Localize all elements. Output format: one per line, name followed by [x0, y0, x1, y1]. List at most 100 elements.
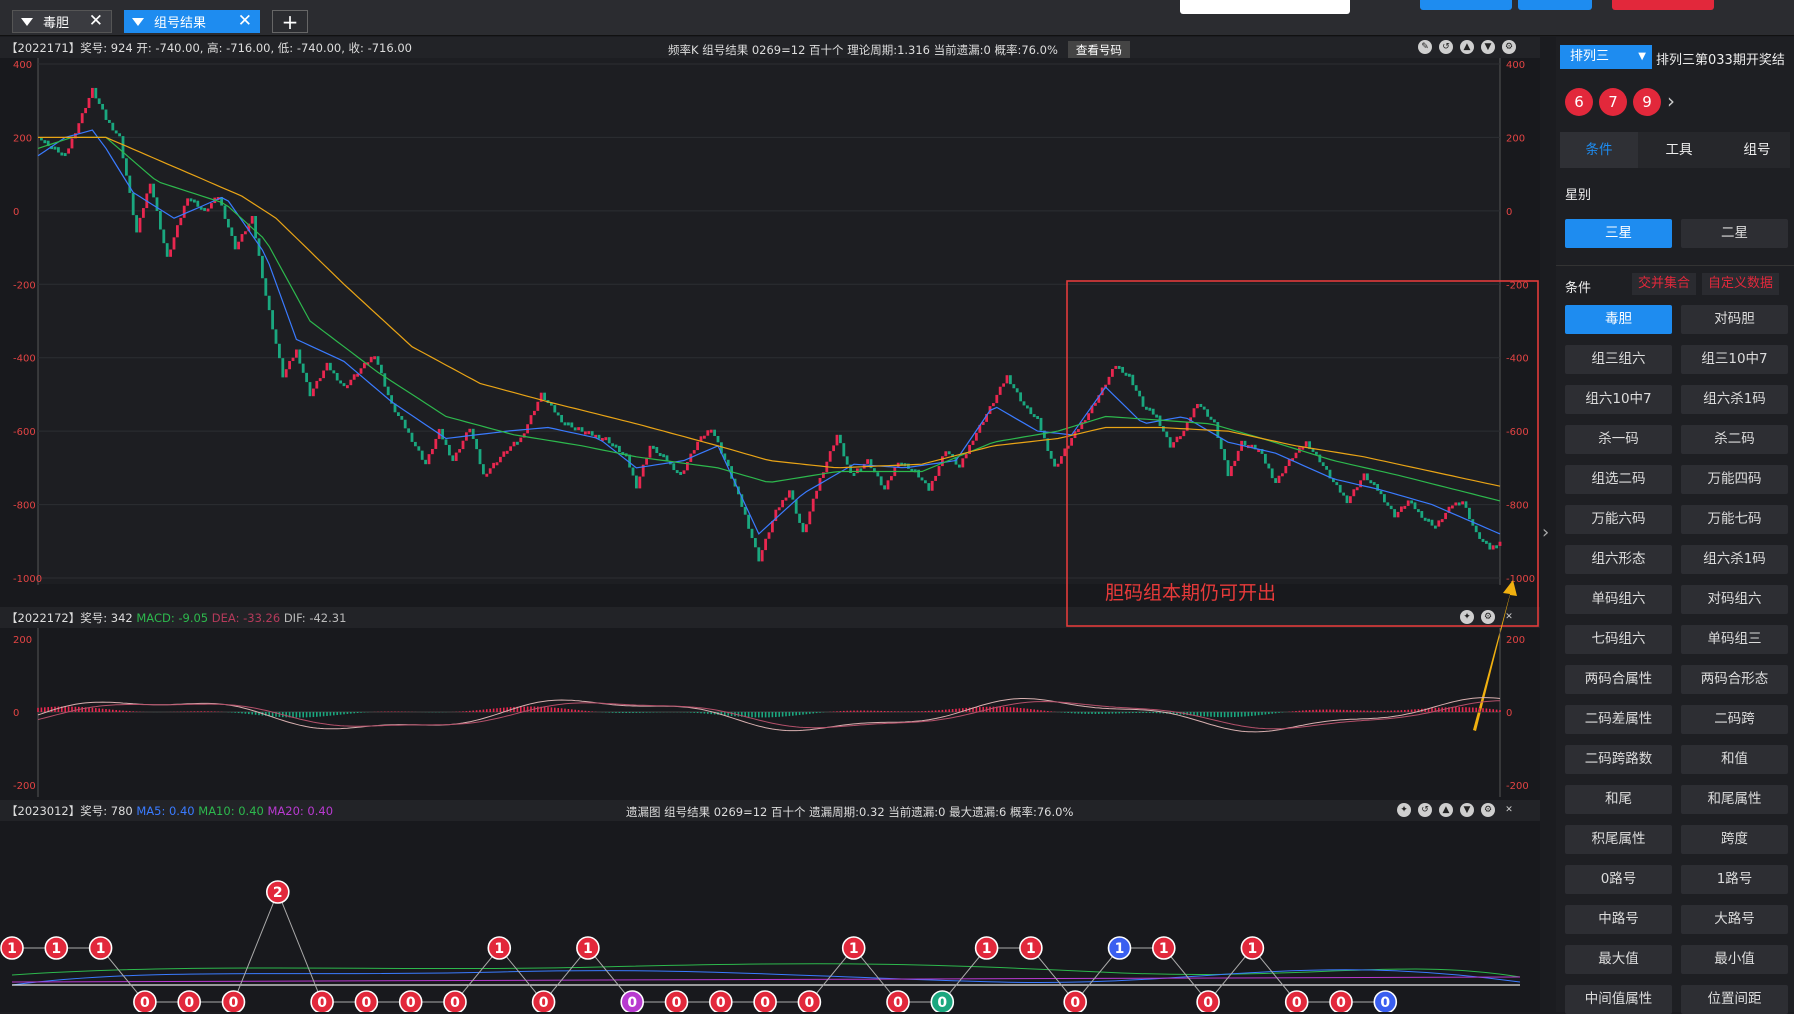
cond-button[interactable]: 单码组三 — [1681, 625, 1788, 654]
cond-button[interactable]: 积尾属性 — [1565, 825, 1672, 854]
cond-button[interactable]: 最小值 — [1681, 945, 1788, 974]
omission-label: 0 — [1380, 995, 1390, 1011]
y-tick-label-right: -200 — [1506, 781, 1529, 792]
cond-button[interactable]: 单码组六 — [1565, 585, 1672, 614]
omission-dot — [531, 990, 556, 1012]
close-icon[interactable]: ✕ — [1502, 803, 1516, 817]
cond-button[interactable]: 组三10中7 — [1681, 345, 1788, 374]
candle — [1308, 441, 1311, 449]
tab-dudan[interactable]: 毒胆 ✕ — [12, 10, 112, 33]
candle — [475, 438, 478, 450]
view-numbers-button[interactable]: 查看号码 — [1067, 41, 1130, 59]
close-icon[interactable]: ✕ — [1502, 610, 1516, 624]
candle — [1124, 372, 1128, 376]
cond-button[interactable]: 中间值属性 — [1565, 985, 1672, 1014]
cond-button[interactable]: 组选二码 — [1565, 465, 1672, 494]
cond-button[interactable]: 和值 — [1681, 745, 1788, 774]
candle — [50, 146, 53, 150]
candle — [1029, 407, 1033, 415]
top-red-button[interactable] — [1612, 0, 1714, 10]
candle — [114, 130, 118, 134]
cond-button[interactable]: 1路号 — [1681, 865, 1788, 894]
y-tick-label-right: -400 — [1506, 354, 1529, 365]
cond-button[interactable]: 万能七码 — [1681, 505, 1788, 534]
cond-button[interactable]: 万能四码 — [1681, 465, 1788, 494]
candle — [1087, 413, 1090, 421]
cond-button[interactable]: 七码组六 — [1565, 625, 1672, 654]
candle — [339, 380, 342, 384]
candle — [641, 464, 645, 477]
down-icon[interactable]: ▼ — [1481, 40, 1495, 54]
settings-icon[interactable]: ⚙ — [1502, 40, 1516, 54]
tab-bar: 毒胆 ✕ 组号结果 ✕ + — [0, 0, 1794, 36]
cond-button[interactable]: 两码合属性 — [1565, 665, 1672, 694]
candle — [1434, 525, 1437, 529]
candle — [869, 459, 873, 469]
settings-icon[interactable]: ⚙ — [1481, 803, 1495, 817]
cond-button[interactable]: 对码胆 — [1681, 305, 1788, 334]
cond-button[interactable]: 位置间距 — [1681, 985, 1788, 1014]
star-two[interactable]: 二星 — [1681, 219, 1788, 248]
cond-button[interactable]: 最大值 — [1565, 945, 1672, 974]
cond-button[interactable]: 中路号 — [1565, 905, 1672, 934]
candle — [1451, 505, 1454, 509]
settings-icon[interactable]: ⚙ — [1481, 610, 1495, 624]
candle — [342, 383, 346, 387]
pin-icon[interactable]: ✦ — [1397, 803, 1411, 817]
top-blue-button-1[interactable] — [1420, 0, 1512, 10]
top-blue-button-2[interactable] — [1518, 0, 1592, 10]
cond-button[interactable]: 大路号 — [1681, 905, 1788, 934]
tab-zuhao-result[interactable]: 组号结果 ✕ — [124, 10, 260, 33]
candle — [913, 469, 917, 473]
cond-button[interactable]: 组六杀1码 — [1681, 385, 1788, 414]
add-tab-button[interactable]: + — [272, 10, 308, 34]
restore-icon[interactable]: ↺ — [1418, 803, 1432, 817]
candle — [495, 462, 499, 466]
collapse-strip[interactable]: › — [1540, 37, 1556, 1012]
cond-button[interactable]: 和尾 — [1565, 785, 1672, 814]
candle — [397, 412, 400, 417]
up-icon[interactable]: ▲ — [1439, 803, 1453, 817]
up-icon[interactable]: ▲ — [1460, 40, 1474, 54]
cond-button[interactable]: 0路号 — [1565, 865, 1672, 894]
cond-button[interactable]: 毒胆 — [1565, 305, 1672, 334]
intersect-union-button[interactable]: 交并集合 — [1632, 273, 1697, 295]
cond-button[interactable]: 二码跨 — [1681, 705, 1788, 734]
custom-data-button[interactable]: 自定义数据 — [1702, 273, 1780, 295]
cond-button[interactable]: 组六10中7 — [1565, 385, 1672, 414]
tab-zuhao[interactable]: 组号 — [1718, 132, 1794, 168]
cond-button[interactable]: 组六杀1码 — [1681, 545, 1788, 574]
cond-button[interactable]: 组三组六 — [1565, 345, 1672, 374]
cond-button[interactable]: 杀一码 — [1565, 425, 1672, 454]
chevron-right-icon[interactable]: › — [1667, 89, 1675, 113]
cond-button[interactable]: 杀二码 — [1681, 425, 1788, 454]
lottery-select[interactable]: 排列三 ▼ — [1560, 45, 1652, 69]
pin-icon[interactable]: ✦ — [1460, 610, 1474, 624]
candle — [1485, 540, 1488, 544]
candle — [777, 507, 781, 511]
tab-conditions[interactable]: 条件 — [1560, 132, 1638, 168]
candle — [1495, 545, 1498, 549]
star-three[interactable]: 三星 — [1565, 219, 1672, 248]
cond-button[interactable]: 二码跨路数 — [1565, 745, 1672, 774]
candle — [587, 431, 591, 435]
restore-icon[interactable]: ↺ — [1439, 40, 1453, 54]
cond-button[interactable]: 两码合形态 — [1681, 665, 1788, 694]
cond-button[interactable]: 对码组六 — [1681, 585, 1788, 614]
candle — [329, 362, 332, 371]
cond-button[interactable]: 二码差属性 — [1565, 705, 1672, 734]
edit-icon[interactable]: ✎ — [1418, 40, 1432, 54]
close-icon[interactable]: ✕ — [238, 13, 252, 30]
candle — [182, 205, 186, 218]
candle — [128, 175, 132, 193]
chevron-right-icon[interactable]: › — [1542, 522, 1549, 543]
close-icon[interactable]: ✕ — [89, 13, 103, 30]
omission-label: 0 — [1336, 995, 1346, 1011]
cond-button[interactable]: 和尾属性 — [1681, 785, 1788, 814]
cond-button[interactable]: 组六形态 — [1565, 545, 1672, 574]
tab-tools[interactable]: 工具 — [1640, 132, 1718, 168]
cond-button[interactable]: 跨度 — [1681, 825, 1788, 854]
cond-button[interactable]: 万能六码 — [1565, 505, 1672, 534]
down-icon[interactable]: ▼ — [1460, 803, 1474, 817]
candle — [1294, 452, 1298, 459]
